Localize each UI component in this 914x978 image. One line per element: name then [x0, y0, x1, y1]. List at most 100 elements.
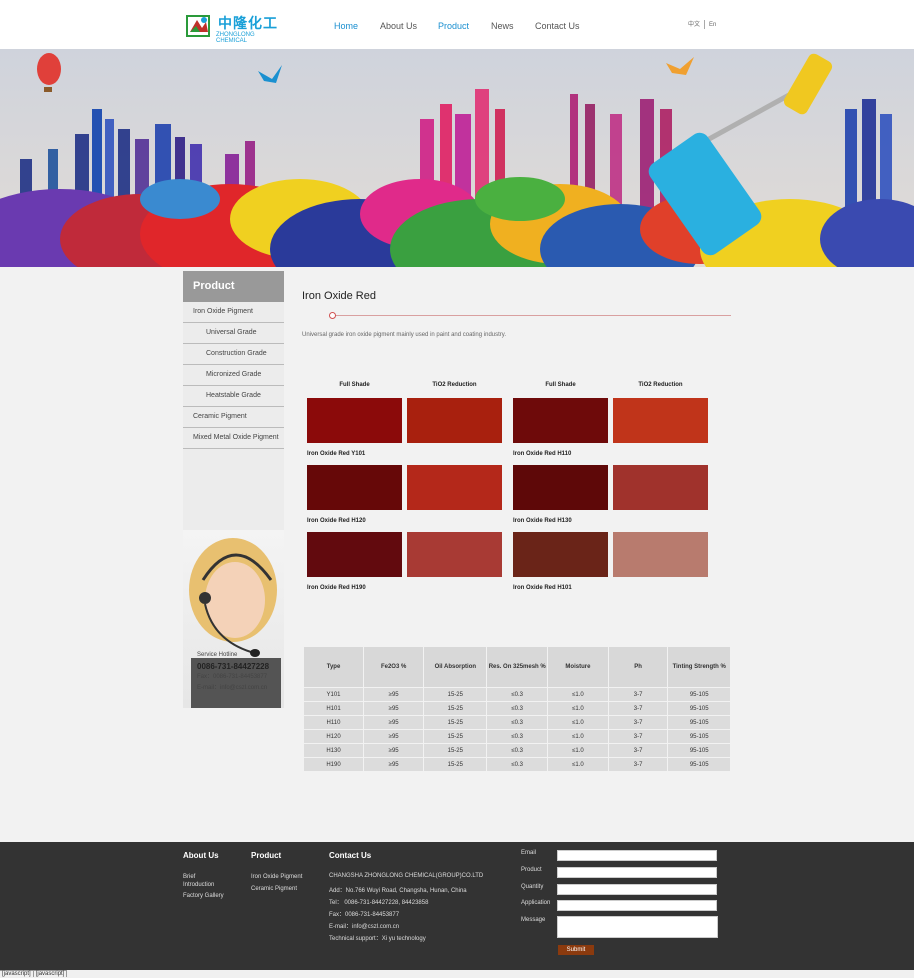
column-header: Ph — [607, 646, 669, 688]
swatch-tio2-reduction — [613, 465, 708, 510]
table-cell: ≤0.3 — [486, 701, 549, 716]
sidebar-item-universal-grade[interactable]: Universal Grade — [183, 323, 284, 344]
nav-product[interactable]: Product — [438, 21, 469, 31]
spec-table-body: Y101 ≥95 15-25 ≤0.3 ≤1.0 3-7 95-105 H101 ≥95 15-2… — [302, 687, 731, 772]
table-cell: 3-7 — [607, 757, 669, 772]
swatch-label: Iron Oxide Red H101 — [513, 585, 572, 591]
table-cell: 95-105 — [667, 715, 731, 730]
footer-link-ceramic-pigment[interactable]: Ceramic Pigment — [251, 885, 297, 893]
table-cell: ≥95 — [363, 701, 425, 716]
swatch-full-shade — [513, 465, 608, 510]
swatch-full-shade — [513, 398, 608, 443]
table-cell: 3-7 — [607, 701, 669, 716]
table-cell: ≤0.3 — [486, 743, 549, 758]
table-cell: ≤0.3 — [486, 757, 549, 772]
table-cell: ≥95 — [363, 743, 425, 758]
form-label-application: Application — [521, 900, 551, 906]
table-cell: ≤1.0 — [547, 743, 609, 758]
table-cell: H101 — [302, 701, 365, 716]
column-header: Moisture — [547, 646, 609, 688]
swatch-label: Iron Oxide Red H130 — [513, 518, 572, 524]
table-cell: H130 — [302, 743, 365, 758]
swatch-full-shade — [307, 398, 402, 443]
table-cell: 95-105 — [667, 729, 731, 744]
sidebar-item-mixed-metal-oxide-pigment[interactable]: Mixed Metal Oxide Pigment — [183, 428, 284, 449]
footer-link-brief-introduction[interactable]: Brief Introduction — [183, 873, 228, 889]
nav-home[interactable]: Home — [334, 21, 358, 31]
table-cell: ≤0.3 — [486, 729, 549, 744]
form-application-input[interactable] — [557, 900, 717, 911]
form-product-input[interactable] — [557, 867, 717, 878]
table-cell: ≥95 — [363, 715, 425, 730]
swatch-label: Iron Oxide Red Y101 — [307, 451, 366, 457]
table-row: H130 ≥95 15-25 ≤0.3 ≤1.0 3-7 95-105 — [302, 743, 731, 758]
table-cell: 95-105 — [667, 757, 731, 772]
column-header: Type — [302, 646, 365, 688]
table-cell: 15-25 — [423, 701, 488, 716]
title-divider-dot — [329, 312, 336, 319]
language-switch: 中文 En — [688, 19, 716, 29]
table-cell: ≤1.0 — [547, 701, 609, 716]
swatch-label: Iron Oxide Red H120 — [307, 518, 366, 524]
sidebar-item-construction-grade[interactable]: Construction Grade — [183, 344, 284, 365]
column-head-tio2-reduction: TiO2 Reduction — [638, 382, 683, 388]
footer-tel: Tel： 0086-731-84427228, 84423858 — [329, 900, 429, 906]
nav-contact-us[interactable]: Contact Us — [535, 21, 580, 31]
table-cell: 3-7 — [607, 715, 669, 730]
table-cell: 15-25 — [423, 729, 488, 744]
product-sidebar: Product Iron Oxide Pigment Universal Gra… — [183, 271, 284, 708]
lang-en-link[interactable]: En — [709, 22, 716, 28]
swatch-full-shade — [513, 532, 608, 577]
footer-link-factory-gallery[interactable]: Factory Gallery — [183, 892, 224, 900]
table-cell: 3-7 — [607, 687, 669, 702]
swatch-tio2-reduction — [407, 398, 502, 443]
swatch-tio2-reduction — [613, 532, 708, 577]
logo-icon — [186, 15, 210, 37]
nav-news[interactable]: News — [491, 21, 514, 31]
table-cell: H190 — [302, 757, 365, 772]
sidebar-item-heatstable-grade[interactable]: Heatstable Grade — [183, 386, 284, 407]
column-head-full-shade: Full Shade — [545, 382, 576, 388]
table-cell: 3-7 — [607, 729, 669, 744]
page-title: Iron Oxide Red — [302, 290, 376, 302]
footer-fax: Fax：0086-731-84453877 — [329, 912, 400, 918]
table-cell: 3-7 — [607, 743, 669, 758]
lang-cn-link[interactable]: 中文 — [688, 22, 700, 28]
table-cell: 95-105 — [667, 743, 731, 758]
table-cell: ≤1.0 — [547, 729, 609, 744]
company-logo[interactable]: 中隆化工 ZHONGLONG CHEMICAL — [186, 12, 286, 44]
sidebar-title: Product — [183, 271, 284, 302]
banner-illustration — [0, 49, 914, 267]
submit-button[interactable]: Submit — [558, 945, 594, 955]
sidebar-item-micronized-grade[interactable]: Micronized Grade — [183, 365, 284, 386]
footer-email: E-mail：info@cszl.com.cn — [329, 924, 400, 930]
table-row: H110 ≥95 15-25 ≤0.3 ≤1.0 3-7 95-105 — [302, 715, 731, 730]
footer-about-title: About Us — [183, 851, 219, 860]
header: 中隆化工 ZHONGLONG CHEMICAL Home About Us Pr… — [0, 0, 914, 49]
table-cell: 15-25 — [423, 687, 488, 702]
service-contact-info: Service Hotline 0086-731-84427228 Fax：00… — [197, 650, 269, 694]
table-row: H101 ≥95 15-25 ≤0.3 ≤1.0 3-7 95-105 — [302, 701, 731, 716]
swatch-full-shade — [307, 465, 402, 510]
footer-link-iron-oxide-pigment[interactable]: Iron Oxide Pigment — [251, 873, 302, 881]
table-cell: ≤0.3 — [486, 715, 549, 730]
sidebar-item-ceramic-pigment[interactable]: Ceramic Pigment — [183, 407, 284, 428]
status-item: [javascript] — [33, 970, 68, 977]
form-quantity-input[interactable] — [557, 884, 717, 895]
sidebar-item-iron-oxide-pigment[interactable]: Iron Oxide Pigment — [183, 302, 284, 323]
table-row: H120 ≥95 15-25 ≤0.3 ≤1.0 3-7 95-105 — [302, 729, 731, 744]
form-message-textarea[interactable] — [557, 916, 718, 938]
column-header: Res. On 325mesh % — [486, 646, 549, 688]
nav-about-us[interactable]: About Us — [380, 21, 417, 31]
table-row: H190 ≥95 15-25 ≤0.3 ≤1.0 3-7 95-105 — [302, 757, 731, 772]
table-cell: 15-25 — [423, 757, 488, 772]
form-label-message: Message — [521, 917, 546, 923]
service-phone: 0086-731-84427228 — [197, 662, 270, 671]
table-cell: Y101 — [302, 687, 365, 702]
product-description: Universal grade iron oxide pigment mainl… — [302, 332, 507, 338]
form-email-input[interactable] — [557, 850, 717, 861]
table-cell: ≤1.0 — [547, 715, 609, 730]
swatch-label: Iron Oxide Red H110 — [513, 451, 572, 457]
table-header-row: Type Fe2O3 % Oil Absorption Res. On 325m… — [302, 646, 731, 688]
table-cell: H120 — [302, 729, 365, 744]
